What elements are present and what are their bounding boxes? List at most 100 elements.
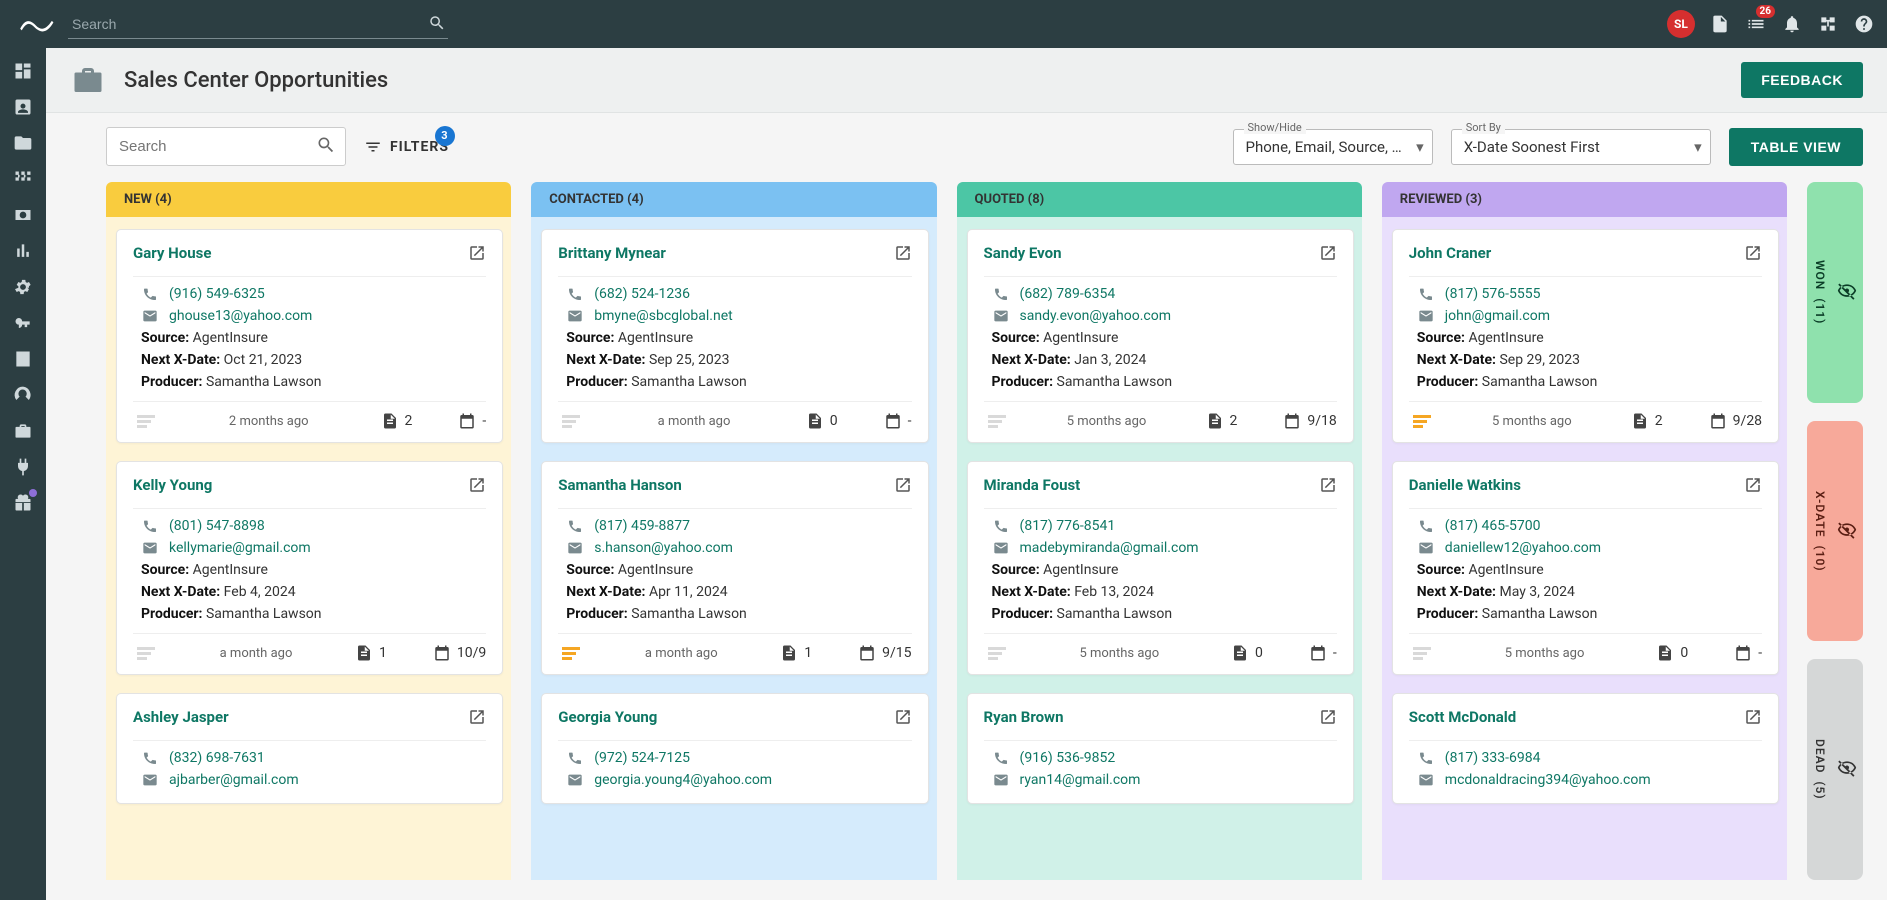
opportunity-card[interactable]: Samantha Hanson (817) 459-8877 s.hanson@… xyxy=(541,461,928,675)
phone-link[interactable]: (801) 547-8898 xyxy=(169,518,265,534)
column-body[interactable]: Gary House (916) 549-6325 ghouse13@yahoo… xyxy=(106,217,511,880)
card-name[interactable]: Georgia Young xyxy=(558,708,657,726)
card-name[interactable]: John Craner xyxy=(1409,244,1491,262)
nav-settings-icon[interactable] xyxy=(12,276,34,298)
opportunity-card[interactable]: Ryan Brown (916) 536-9852 ryan14@gmail.c… xyxy=(967,693,1354,804)
open-in-new-icon[interactable] xyxy=(1744,708,1762,730)
hierarchy-icon[interactable] xyxy=(1817,13,1839,35)
nav-book-icon[interactable] xyxy=(12,348,34,370)
email-link[interactable]: georgia.young4@yahoo.com xyxy=(594,772,772,788)
open-in-new-icon[interactable] xyxy=(1744,476,1762,498)
card-name[interactable]: Sandy Evon xyxy=(984,244,1062,262)
phone-link[interactable]: (916) 536-9852 xyxy=(1020,750,1116,766)
nav-money-icon[interactable] xyxy=(12,204,34,226)
nav-analytics-icon[interactable] xyxy=(12,240,34,262)
opportunity-card[interactable]: Brittany Mynear (682) 524-1236 bmyne@sbc… xyxy=(541,229,928,443)
card-name[interactable]: Kelly Young xyxy=(133,476,212,494)
open-in-new-icon[interactable] xyxy=(894,244,912,266)
open-in-new-icon[interactable] xyxy=(468,476,486,498)
column-body[interactable]: Brittany Mynear (682) 524-1236 bmyne@sbc… xyxy=(531,217,936,880)
rail-xdate[interactable]: X-DATE (10) xyxy=(1807,421,1863,642)
opportunity-card[interactable]: Georgia Young (972) 524-7125 georgia.you… xyxy=(541,693,928,804)
opportunity-card[interactable]: Miranda Foust (817) 776-8541 madebymiran… xyxy=(967,461,1354,675)
bell-icon[interactable] xyxy=(1781,13,1803,35)
sort-by-select[interactable]: Sort By X-Date Soonest First ▾ xyxy=(1451,129,1711,165)
phone-link[interactable]: (682) 524-1236 xyxy=(594,286,690,302)
opportunity-search-input[interactable] xyxy=(106,127,346,166)
open-in-new-icon[interactable] xyxy=(894,476,912,498)
column-body[interactable]: John Craner (817) 576-5555 john@gmail.co… xyxy=(1382,217,1787,880)
phone-link[interactable]: (682) 789-6354 xyxy=(1020,286,1116,302)
phone-link[interactable]: (817) 576-5555 xyxy=(1445,286,1541,302)
open-in-new-icon[interactable] xyxy=(468,708,486,730)
phone-link[interactable]: (972) 524-7125 xyxy=(594,750,690,766)
nav-contacts-icon[interactable] xyxy=(12,96,34,118)
list-icon[interactable]: 26 xyxy=(1745,13,1767,35)
phone-link[interactable]: (817) 333-6984 xyxy=(1445,750,1541,766)
user-avatar[interactable]: SL xyxy=(1667,10,1695,38)
phone-link[interactable]: (817) 776-8541 xyxy=(1020,518,1116,534)
open-in-new-icon[interactable] xyxy=(894,708,912,730)
calendar-date[interactable]: 9/15 xyxy=(858,644,911,662)
global-search-input[interactable] xyxy=(68,10,448,39)
email-link[interactable]: sandy.evon@yahoo.com xyxy=(1020,308,1171,324)
filters-button[interactable]: FILTERS 3 xyxy=(364,138,449,156)
notes-count[interactable]: 2 xyxy=(1631,412,1663,430)
notes-count[interactable]: 0 xyxy=(1231,644,1263,662)
calendar-date[interactable]: - xyxy=(1734,644,1762,662)
open-in-new-icon[interactable] xyxy=(1319,708,1337,730)
card-name[interactable]: Gary House xyxy=(133,244,211,262)
notes-count[interactable]: 1 xyxy=(355,644,387,662)
notes-count[interactable]: 2 xyxy=(381,412,413,430)
rail-dead[interactable]: DEAD (5) xyxy=(1807,659,1863,880)
notes-count[interactable]: 0 xyxy=(1656,644,1688,662)
email-link[interactable]: bmyne@sbcglobal.net xyxy=(594,308,732,324)
nav-folder-icon[interactable] xyxy=(12,132,34,154)
notes-count[interactable]: 1 xyxy=(780,644,812,662)
card-name[interactable]: Brittany Mynear xyxy=(558,244,666,262)
help-icon[interactable] xyxy=(1853,13,1875,35)
nav-pipeline-icon[interactable] xyxy=(12,168,34,190)
card-name[interactable]: Scott McDonald xyxy=(1409,708,1516,726)
email-link[interactable]: ghouse13@yahoo.com xyxy=(169,308,312,324)
nav-integration-icon[interactable] xyxy=(12,384,34,406)
opportunity-card[interactable]: John Craner (817) 576-5555 john@gmail.co… xyxy=(1392,229,1779,443)
phone-link[interactable]: (817) 465-5700 xyxy=(1445,518,1541,534)
opportunity-card[interactable]: Gary House (916) 549-6325 ghouse13@yahoo… xyxy=(116,229,503,443)
nav-plug-icon[interactable] xyxy=(12,456,34,478)
notes-count[interactable]: 0 xyxy=(806,412,838,430)
show-hide-select[interactable]: Show/Hide Phone, Email, Source, … ▾ xyxy=(1233,129,1433,165)
column-body[interactable]: Sandy Evon (682) 789-6354 sandy.evon@yah… xyxy=(957,217,1362,880)
calendar-date[interactable]: 9/28 xyxy=(1709,412,1762,430)
open-in-new-icon[interactable] xyxy=(1319,476,1337,498)
email-link[interactable]: daniellew12@yahoo.com xyxy=(1445,540,1601,556)
notes-count[interactable]: 2 xyxy=(1206,412,1238,430)
open-in-new-icon[interactable] xyxy=(468,244,486,266)
email-link[interactable]: john@gmail.com xyxy=(1445,308,1550,324)
calendar-date[interactable]: - xyxy=(884,412,912,430)
card-name[interactable]: Danielle Watkins xyxy=(1409,476,1521,494)
card-name[interactable]: Miranda Foust xyxy=(984,476,1081,494)
card-name[interactable]: Ryan Brown xyxy=(984,708,1064,726)
opportunity-card[interactable]: Sandy Evon (682) 789-6354 sandy.evon@yah… xyxy=(967,229,1354,443)
email-link[interactable]: ryan14@gmail.com xyxy=(1020,772,1141,788)
calendar-date[interactable]: 9/18 xyxy=(1283,412,1336,430)
phone-link[interactable]: (832) 698-7631 xyxy=(169,750,265,766)
card-name[interactable]: Samantha Hanson xyxy=(558,476,682,494)
app-logo[interactable] xyxy=(12,13,60,35)
card-name[interactable]: Ashley Jasper xyxy=(133,708,229,726)
phone-link[interactable]: (817) 459-8877 xyxy=(594,518,690,534)
search-icon[interactable] xyxy=(316,135,336,159)
nav-key-icon[interactable] xyxy=(12,312,34,334)
email-link[interactable]: mcdonaldracing394@yahoo.com xyxy=(1445,772,1651,788)
email-link[interactable]: kellymarie@gmail.com xyxy=(169,540,311,556)
table-view-button[interactable]: TABLE VIEW xyxy=(1729,128,1863,166)
email-link[interactable]: s.hanson@yahoo.com xyxy=(594,540,733,556)
rail-won[interactable]: WON (11) xyxy=(1807,182,1863,403)
email-link[interactable]: madebymiranda@gmail.com xyxy=(1020,540,1199,556)
calendar-date[interactable]: - xyxy=(1309,644,1337,662)
document-icon[interactable] xyxy=(1709,13,1731,35)
calendar-date[interactable]: - xyxy=(458,412,486,430)
opportunity-card[interactable]: Ashley Jasper (832) 698-7631 ajbarber@gm… xyxy=(116,693,503,804)
phone-link[interactable]: (916) 549-6325 xyxy=(169,286,265,302)
